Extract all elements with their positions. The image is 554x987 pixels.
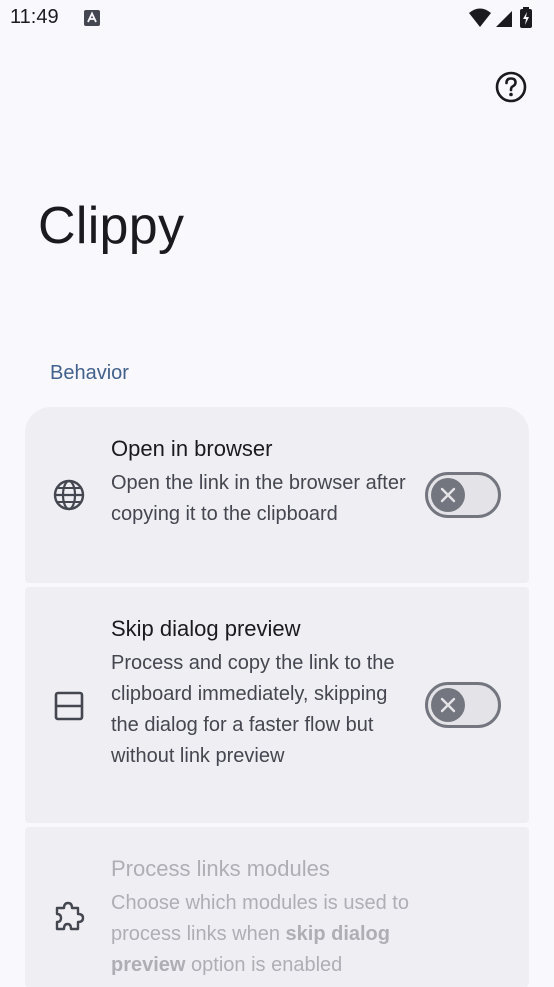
skip-dialog-preview-toggle[interactable] [425, 682, 501, 728]
close-icon [440, 487, 456, 503]
panel-icon [54, 691, 84, 721]
globe-icon [53, 479, 85, 511]
setting-process-links-modules: Process links modules Choose which modul… [25, 827, 529, 987]
puzzle-icon [55, 901, 85, 931]
open-in-browser-toggle[interactable] [425, 472, 501, 518]
toggle-thumb [431, 478, 465, 512]
setting-description: Process and copy the link to the clipboa… [111, 652, 395, 767]
setting-title: Process links modules [111, 856, 330, 881]
toggle-thumb [431, 688, 465, 722]
section-header-behavior: Behavior [50, 362, 129, 384]
setting-open-in-browser[interactable]: Open in browser Open the link in the bro… [25, 407, 529, 583]
notification-icon [84, 10, 100, 26]
setting-description: Open the link in the browser after copyi… [111, 472, 406, 525]
help-button[interactable] [492, 68, 530, 106]
status-bar: 11:49 [0, 0, 554, 38]
battery-icon [520, 7, 532, 28]
setting-skip-dialog-preview[interactable]: Skip dialog preview Process and copy the… [25, 587, 529, 823]
system-status-icons [469, 7, 532, 28]
setting-title: Skip dialog preview [111, 616, 301, 641]
wifi-icon [469, 8, 491, 27]
close-icon [440, 697, 456, 713]
setting-description: Choose which modules is used to process … [111, 892, 409, 976]
page-title: Clippy [38, 197, 185, 255]
setting-title: Open in browser [111, 436, 273, 461]
status-time: 11:49 [10, 6, 59, 28]
signal-icon [496, 11, 512, 27]
